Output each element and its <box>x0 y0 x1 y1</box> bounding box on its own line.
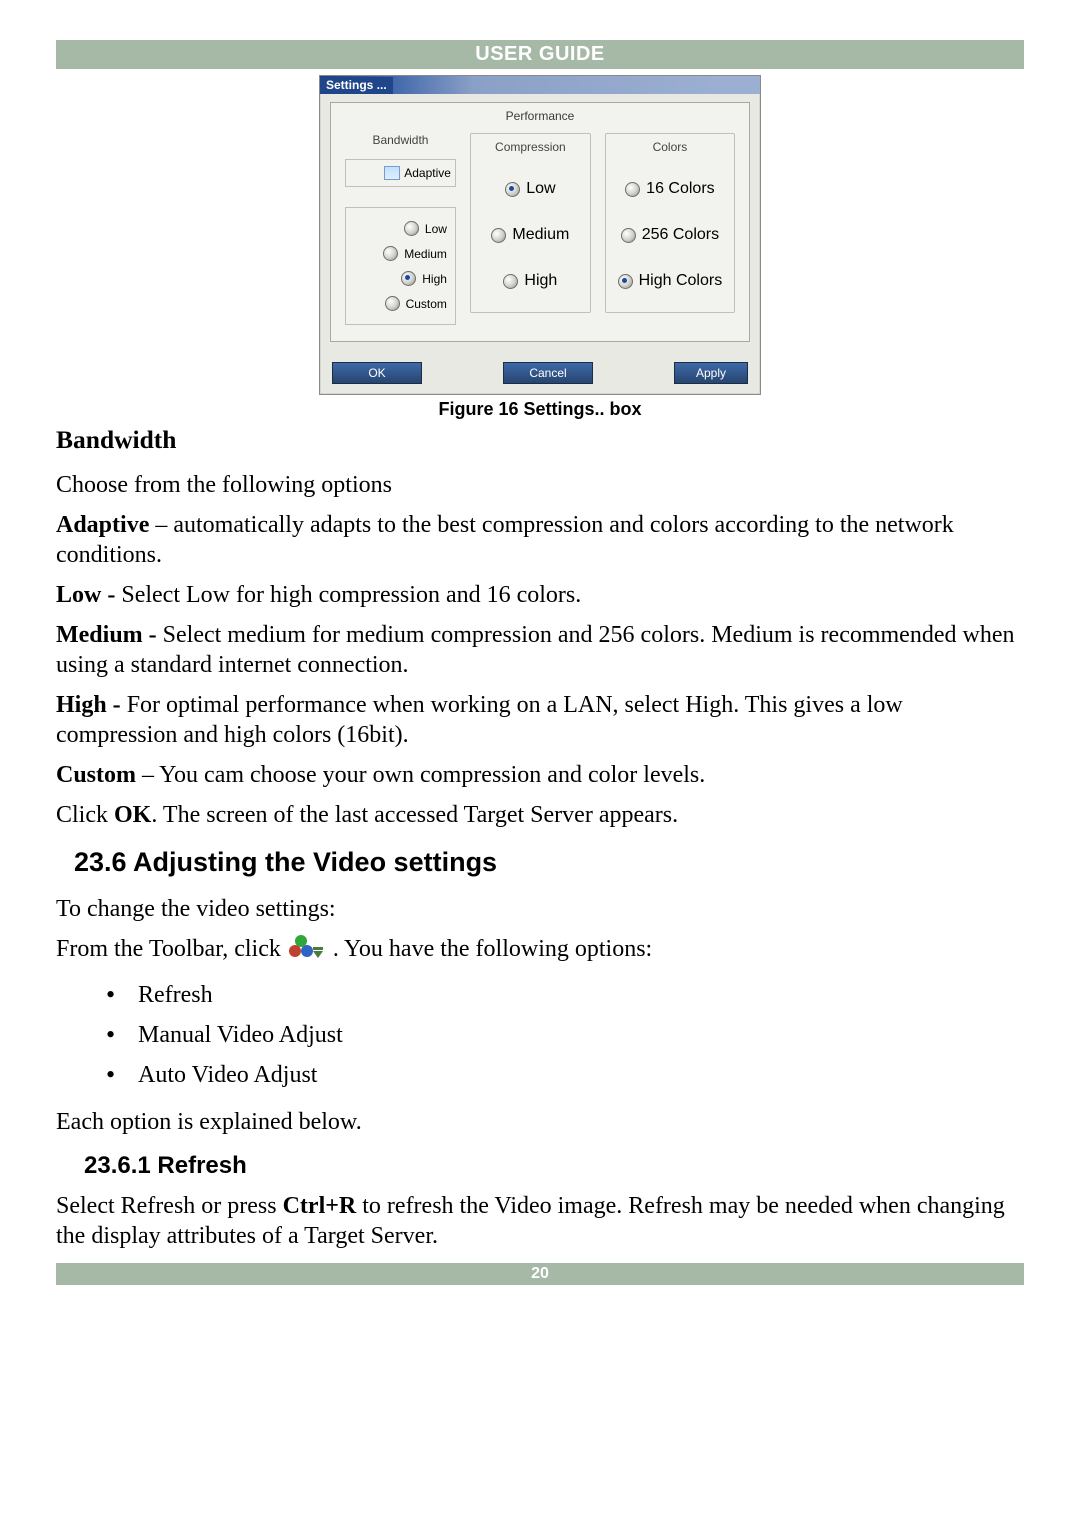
click-ok-para: Click OK. The screen of the last accesse… <box>56 800 1024 830</box>
page-footer: 20 <box>56 1263 1024 1285</box>
radio-icon <box>404 221 419 236</box>
performance-label: Performance <box>331 103 749 133</box>
bandwidth-high[interactable]: High <box>352 266 449 291</box>
colors-16-label: 16 Colors <box>646 180 714 198</box>
video-toolbar-icon <box>289 935 325 965</box>
compression-high-label: High <box>524 272 557 290</box>
bandwidth-header: Bandwidth <box>345 133 456 159</box>
bandwidth-column: Bandwidth Adaptive Low Medium High Custo… <box>345 133 456 325</box>
custom-para: Custom – You cam choose your own compres… <box>56 760 1024 790</box>
colors-16[interactable]: 16 Colors <box>610 166 730 212</box>
radio-icon <box>625 182 640 197</box>
settings-dialog: Settings ... Performance Bandwidth Adapt… <box>319 75 761 395</box>
radio-icon <box>383 246 398 261</box>
refresh-pre: Select Refresh or press <box>56 1193 283 1219</box>
bandwidth-radio-group: Low Medium High Custom <box>345 207 456 325</box>
video-heading: 23.6 Adjusting the Video settings <box>74 846 1024 880</box>
low-term: Low - <box>56 582 121 608</box>
compression-medium-label: Medium <box>512 226 569 244</box>
explain-para: Each option is explained below. <box>56 1107 1024 1137</box>
list-item: Manual Video Adjust <box>120 1015 1024 1055</box>
compression-low[interactable]: Low <box>475 166 586 212</box>
toolbar-pre: From the Toolbar, click <box>56 936 287 962</box>
dialog-container: Settings ... Performance Bandwidth Adapt… <box>56 75 1024 395</box>
colors-256[interactable]: 256 Colors <box>610 212 730 258</box>
figure-caption: Figure 16 Settings.. box <box>56 399 1024 420</box>
adaptive-label: Adaptive <box>404 166 451 180</box>
bandwidth-high-label: High <box>422 272 447 286</box>
bandwidth-low-label: Low <box>425 222 447 236</box>
medium-para: Medium - Select medium for medium compre… <box>56 620 1024 680</box>
medium-desc: Select medium for medium compression and… <box>56 622 1014 678</box>
bandwidth-custom-label: Custom <box>406 297 447 311</box>
options-list: Refresh Manual Video Adjust Auto Video A… <box>120 975 1024 1095</box>
compression-header: Compression <box>475 140 586 166</box>
custom-desc: – You cam choose your own compression an… <box>136 762 705 788</box>
toolbar-para: From the Toolbar, click . You have the f… <box>56 934 1024 965</box>
intro-para: Choose from the following options <box>56 470 1024 500</box>
body-content: Bandwidth Choose from the following opti… <box>56 424 1024 1251</box>
compression-column: Compression Low Medium High <box>470 133 591 313</box>
radio-icon <box>401 271 416 286</box>
bandwidth-adaptive-option[interactable]: Adaptive <box>345 159 456 187</box>
adaptive-desc: – automatically adapts to the best compr… <box>56 512 954 568</box>
colors-high[interactable]: High Colors <box>610 258 730 304</box>
click-post: . The screen of the last accessed Target… <box>151 802 678 828</box>
radio-icon <box>491 228 506 243</box>
radio-icon <box>621 228 636 243</box>
low-para: Low - Select Low for high compression an… <box>56 580 1024 610</box>
low-desc: Select Low for high compression and 16 c… <box>121 582 581 608</box>
colors-256-label: 256 Colors <box>642 226 719 244</box>
compression-medium[interactable]: Medium <box>475 212 586 258</box>
monitor-icon <box>384 166 400 180</box>
high-desc: For optimal performance when working on … <box>56 692 903 748</box>
list-item: Refresh <box>120 975 1024 1015</box>
toolbar-post: . You have the following options: <box>333 936 652 962</box>
page-header: USER GUIDE <box>56 40 1024 69</box>
colors-high-label: High Colors <box>639 272 723 290</box>
bandwidth-custom[interactable]: Custom <box>352 291 449 316</box>
compression-high[interactable]: High <box>475 258 586 304</box>
performance-panel: Performance Bandwidth Adaptive Low Mediu… <box>330 102 750 342</box>
bandwidth-heading: Bandwidth <box>56 424 1024 456</box>
adaptive-term: Adaptive <box>56 512 149 538</box>
medium-term: Medium - <box>56 622 163 648</box>
cancel-button[interactable]: Cancel <box>503 362 593 384</box>
video-intro: To change the video settings: <box>56 894 1024 924</box>
adaptive-para: Adaptive – automatically adapts to the b… <box>56 510 1024 570</box>
click-ok-term: OK <box>114 802 151 828</box>
dialog-title: Settings ... <box>320 77 393 94</box>
dialog-titlebar: Settings ... <box>320 76 760 94</box>
custom-term: Custom <box>56 762 136 788</box>
radio-icon <box>618 274 633 289</box>
radio-icon <box>503 274 518 289</box>
bandwidth-medium-label: Medium <box>404 247 447 261</box>
refresh-heading: 23.6.1 Refresh <box>84 1151 1024 1181</box>
high-para: High - For optimal performance when work… <box>56 690 1024 750</box>
compression-low-label: Low <box>526 180 555 198</box>
refresh-shortcut: Ctrl+R <box>283 1193 357 1219</box>
colors-column: Colors 16 Colors 256 Colors High Colors <box>605 133 735 313</box>
bandwidth-low[interactable]: Low <box>352 216 449 241</box>
bandwidth-medium[interactable]: Medium <box>352 241 449 266</box>
radio-icon <box>385 296 400 311</box>
refresh-para: Select Refresh or press Ctrl+R to refres… <box>56 1191 1024 1251</box>
list-item: Auto Video Adjust <box>120 1055 1024 1095</box>
apply-button[interactable]: Apply <box>674 362 748 384</box>
dialog-buttons: OK Cancel Apply <box>320 362 760 394</box>
high-term: High - <box>56 692 127 718</box>
radio-icon <box>505 182 520 197</box>
click-pre: Click <box>56 802 114 828</box>
ok-button[interactable]: OK <box>332 362 422 384</box>
colors-header: Colors <box>610 140 730 166</box>
